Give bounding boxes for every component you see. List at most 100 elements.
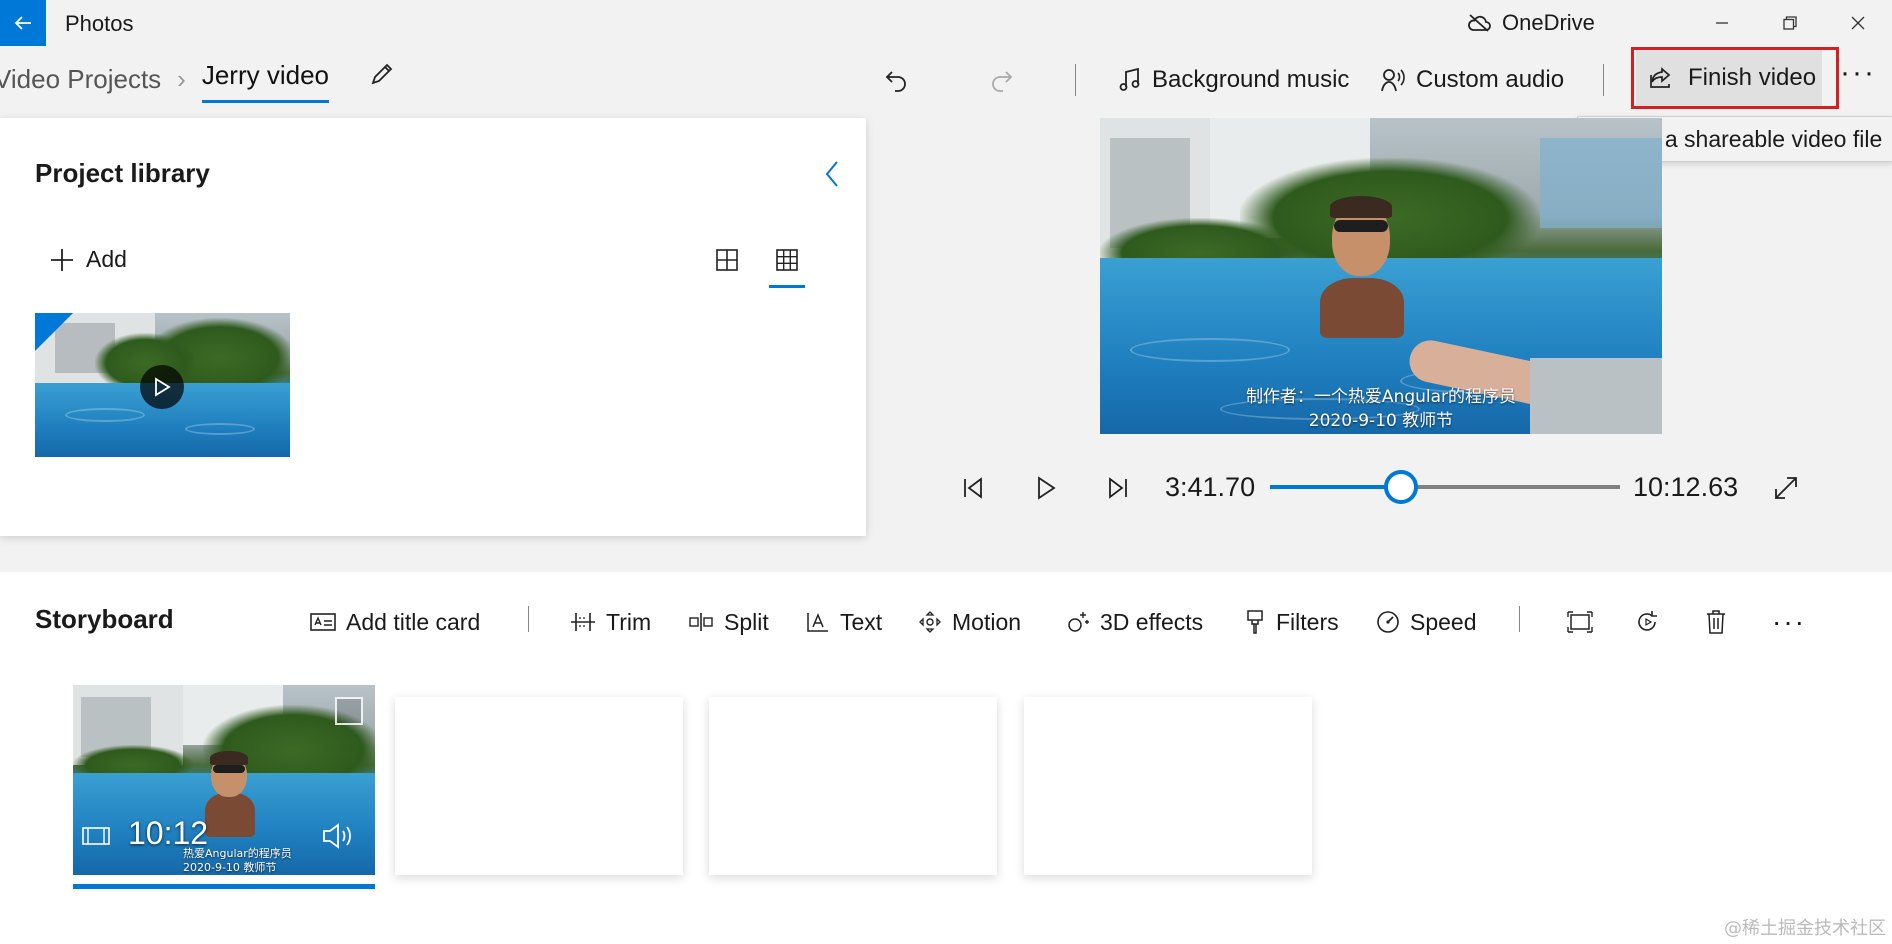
- clip-caption-line2: 2020-9-10 教师节: [183, 861, 277, 874]
- delete-button[interactable]: [1696, 602, 1736, 642]
- step-forward-icon: [1106, 476, 1130, 500]
- split-button[interactable]: Split: [688, 602, 769, 642]
- cloud-offline-icon: [1466, 13, 1492, 33]
- expand-icon: [1773, 475, 1799, 501]
- storyboard-clip[interactable]: 10:12 热爱Angular的程序员 2020-9-10 教师节: [73, 685, 375, 875]
- storyboard-toolbar-divider: [528, 606, 529, 632]
- storyboard-title: Storyboard: [35, 604, 174, 634]
- undo-button[interactable]: [884, 58, 910, 102]
- add-title-card-label: Add title card: [346, 608, 481, 635]
- filters-label: Filters: [1276, 608, 1339, 635]
- library-video-thumbnail[interactable]: [35, 313, 290, 457]
- play-icon: [1035, 476, 1057, 500]
- add-media-button[interactable]: Add: [50, 246, 127, 273]
- fullscreen-button[interactable]: [1768, 470, 1804, 506]
- collapse-library-button[interactable]: [824, 160, 840, 188]
- add-media-label: Add: [86, 246, 127, 272]
- text-button[interactable]: Text: [806, 602, 882, 642]
- seek-progress: [1270, 485, 1401, 489]
- crop-fit-icon: [1567, 611, 1593, 633]
- small-grid-view-button[interactable]: [767, 240, 807, 288]
- custom-audio-icon: [1380, 67, 1406, 93]
- volume-icon[interactable]: [321, 821, 357, 851]
- split-icon: [688, 611, 714, 633]
- previous-frame-button[interactable]: [955, 470, 991, 506]
- seek-handle[interactable]: [1383, 470, 1418, 504]
- title-bar: Photos OneDrive: [0, 0, 1892, 46]
- storyboard-panel: Storyboard Add title card Trim Split Tex…: [0, 572, 1892, 944]
- motion-icon: [918, 610, 942, 634]
- empty-storyboard-slot[interactable]: [1024, 697, 1312, 875]
- preview-caption-line1: 制作者：一个热爱Angular的程序员: [1245, 387, 1517, 407]
- 3d-effects-button[interactable]: 3D effects: [1066, 602, 1203, 642]
- total-duration: 10:12.63: [1633, 472, 1739, 502]
- toolbar-divider: [1603, 64, 1604, 96]
- project-library-panel: Project library Add: [0, 118, 866, 536]
- play-icon: [140, 365, 184, 409]
- more-options-button[interactable]: ···: [1840, 56, 1876, 90]
- trash-icon: [1705, 609, 1727, 635]
- empty-storyboard-slot[interactable]: [395, 697, 683, 875]
- restore-icon: [1783, 16, 1797, 30]
- storyboard-toolbar-divider: [1519, 606, 1520, 632]
- redo-icon: [988, 67, 1014, 93]
- background-music-button[interactable]: Background music: [1118, 58, 1349, 102]
- minimize-button[interactable]: [1688, 0, 1756, 46]
- minimize-icon: [1715, 16, 1729, 30]
- finish-video-button[interactable]: Finish video: [1631, 47, 1839, 109]
- project-toolbar: Background music Custom audio: [0, 58, 1892, 106]
- rotate-button[interactable]: [1628, 602, 1668, 642]
- play-button[interactable]: [1028, 470, 1064, 506]
- trim-label: Trim: [606, 608, 652, 635]
- back-arrow-icon: [13, 13, 33, 33]
- finish-video-label: Finish video: [1688, 64, 1817, 91]
- seek-bar[interactable]: [1270, 470, 1620, 504]
- add-title-card-button[interactable]: Add title card: [310, 602, 480, 642]
- music-note-icon: [1118, 67, 1142, 93]
- close-button[interactable]: [1824, 0, 1892, 46]
- motion-button[interactable]: Motion: [918, 602, 1021, 642]
- large-grid-view-button[interactable]: [707, 240, 747, 280]
- motion-label: Motion: [952, 608, 1022, 635]
- restore-button[interactable]: [1756, 0, 1824, 46]
- watermark: @稀土掘金技术社区: [1724, 918, 1886, 939]
- clip-select-checkbox[interactable]: [335, 697, 363, 725]
- large-grid-icon: [716, 249, 738, 271]
- onedrive-status[interactable]: OneDrive: [1466, 10, 1595, 36]
- app-title: Photos: [65, 11, 134, 36]
- speed-button[interactable]: Speed: [1376, 602, 1477, 642]
- onedrive-label: OneDrive: [1502, 10, 1595, 35]
- video-preview[interactable]: 制作者：一个热爱Angular的程序员 2020-9-10 教师节: [1100, 118, 1662, 434]
- split-label: Split: [724, 608, 769, 635]
- custom-audio-button[interactable]: Custom audio: [1380, 58, 1564, 102]
- share-export-icon: [1648, 66, 1674, 90]
- close-icon: [1851, 16, 1865, 30]
- storyboard-more-button[interactable]: ···: [1772, 602, 1806, 642]
- text-label: Text: [840, 608, 883, 635]
- plus-icon: [50, 248, 74, 272]
- custom-audio-label: Custom audio: [1416, 66, 1565, 93]
- 3d-effects-label: 3D effects: [1100, 608, 1204, 635]
- next-frame-button[interactable]: [1100, 470, 1136, 506]
- filters-button[interactable]: Filters: [1244, 602, 1339, 642]
- small-grid-icon: [776, 249, 798, 271]
- rotate-icon: [1635, 609, 1661, 635]
- step-back-icon: [961, 476, 985, 500]
- selected-corner-marker: [35, 313, 73, 351]
- redo-button[interactable]: [988, 58, 1014, 102]
- back-button[interactable]: [0, 0, 46, 46]
- preview-caption-line2: 2020-9-10 教师节: [1308, 411, 1454, 431]
- empty-storyboard-slot[interactable]: [709, 697, 997, 875]
- undo-icon: [884, 67, 910, 93]
- toolbar-divider: [1075, 64, 1076, 96]
- paint-brush-icon: [1244, 609, 1266, 635]
- current-time: 3:41.70: [1165, 472, 1256, 502]
- remove-black-bars-button[interactable]: [1560, 602, 1600, 642]
- background-music-label: Background music: [1152, 66, 1350, 93]
- trim-icon: [570, 611, 596, 633]
- title-card-icon: [310, 612, 336, 632]
- sparkle-effects-icon: [1066, 610, 1090, 634]
- text-icon: [806, 611, 830, 633]
- speed-label: Speed: [1410, 608, 1477, 635]
- trim-button[interactable]: Trim: [570, 602, 651, 642]
